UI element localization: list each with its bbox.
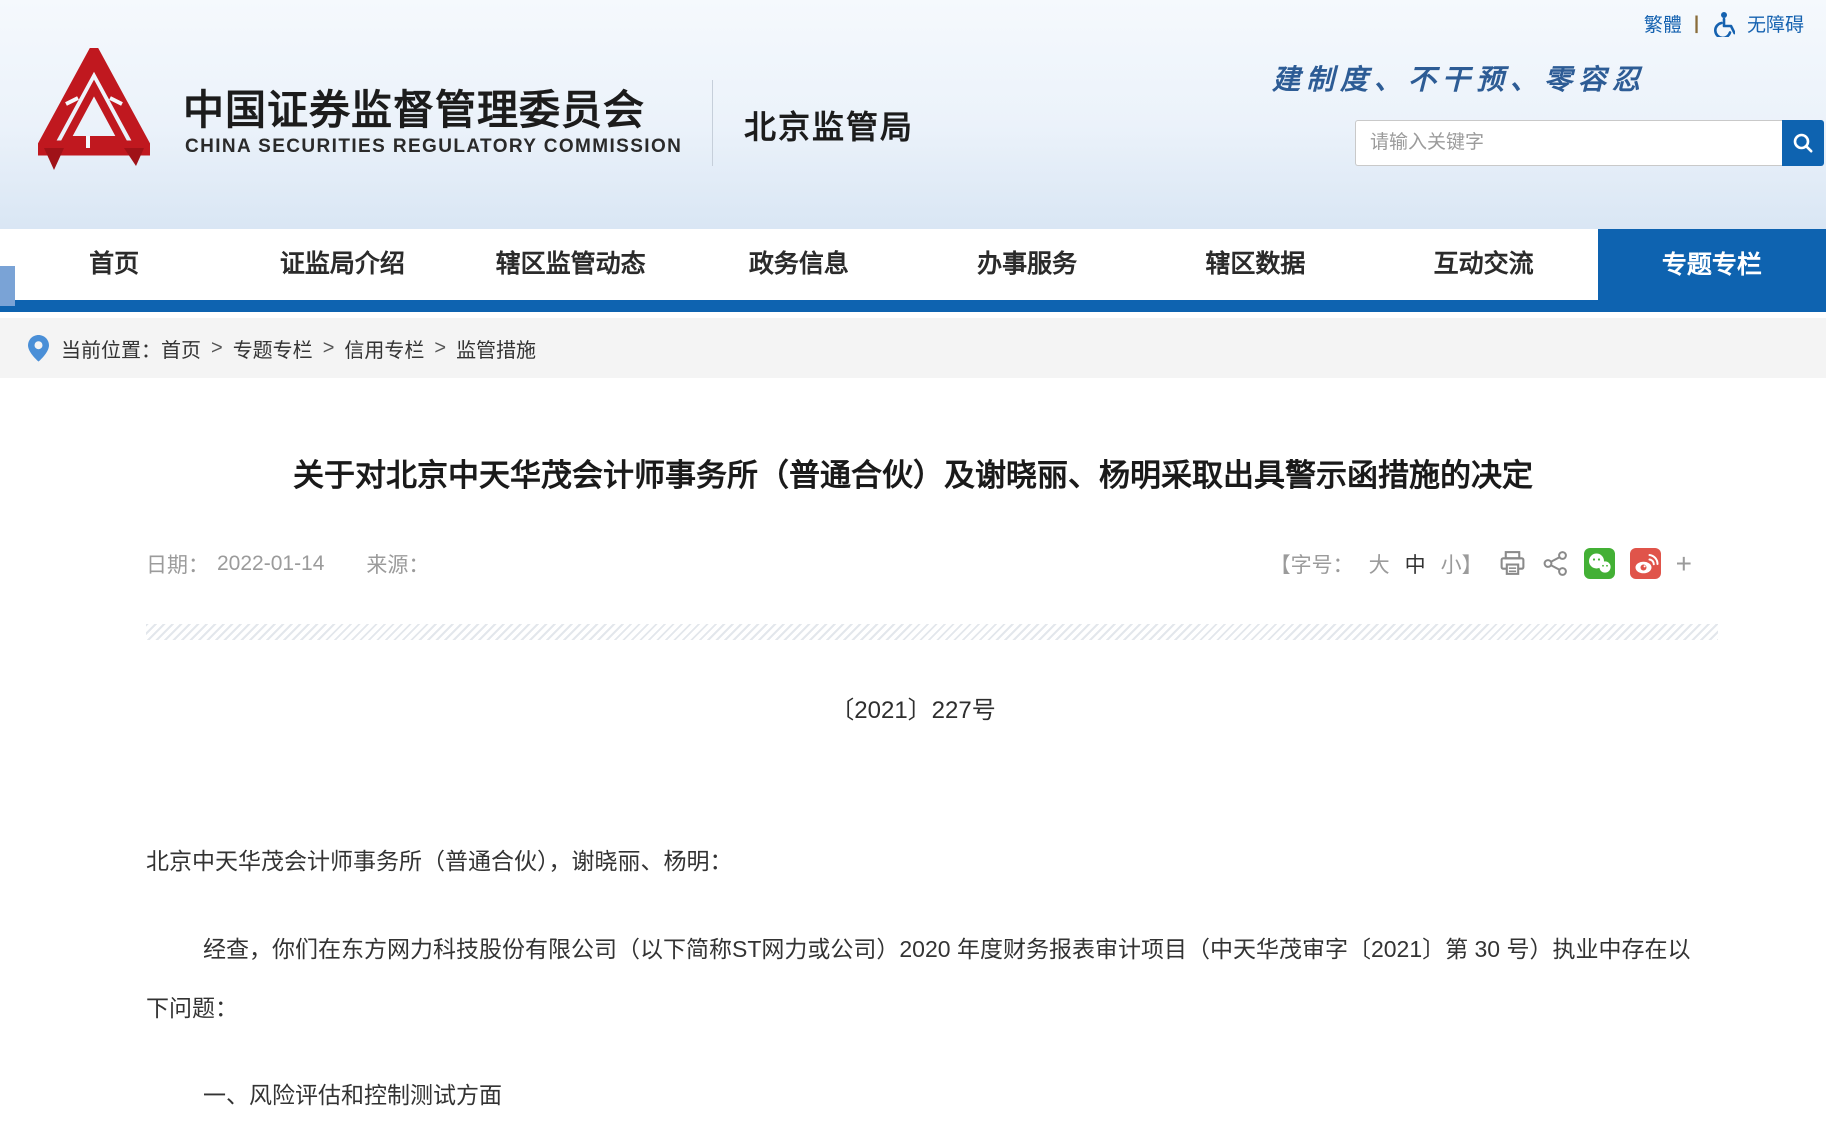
breadcrumb-separator: > (434, 337, 446, 360)
breadcrumb-label: 当前位置： (61, 334, 161, 363)
search-icon (1791, 131, 1815, 155)
font-size-large-button[interactable]: 大 (1369, 549, 1390, 579)
print-button[interactable] (1498, 549, 1527, 578)
nav-item-regional-supervision[interactable]: 辖区监管动态 (457, 229, 685, 300)
nav-bottom-strip (0, 300, 1826, 312)
printer-icon (1498, 549, 1527, 578)
search-input[interactable] (1355, 120, 1782, 166)
breadcrumb-separator: > (323, 337, 335, 360)
article-paragraph-findings: 经查，你们在东方网力科技股份有限公司（以下简称ST网力或公司）2020 年度财务… (146, 920, 1694, 1038)
share-nodes-icon (1542, 550, 1569, 577)
breadcrumb: 当前位置： 首页 > 专题专栏 > 信用专栏 > 监管措施 (0, 318, 1826, 378)
nav-item-home[interactable]: 首页 (0, 229, 228, 300)
article-title: 关于对北京中天华茂会计师事务所（普通合伙）及谢晓丽、杨明采取出具警示函措施的决定 (100, 450, 1726, 495)
article-meta-row: 日期： 2022-01-14 来源： 【字号： 大 中 小】 (146, 548, 1692, 579)
font-size-medium-button[interactable]: 中 (1405, 549, 1426, 579)
article-date: 2022-01-14 (217, 552, 324, 576)
article-toolbar: 【字号： 大 中 小】 (1270, 548, 1692, 579)
nav-item-special-columns-active[interactable]: 专题专栏 (1598, 229, 1826, 312)
article-paragraph-salutation: 北京中天华茂会计师事务所（普通合伙），谢晓丽、杨明： (146, 832, 733, 891)
location-pin-icon (28, 335, 49, 362)
nav-items: 首页 证监局介绍 辖区监管动态 政务信息 办事服务 辖区数据 互动交流 专题专栏 (0, 229, 1826, 300)
nav-item-regional-data[interactable]: 辖区数据 (1141, 229, 1369, 300)
share-button[interactable] (1542, 550, 1569, 577)
traditional-chinese-link[interactable]: 繁體 (1644, 10, 1682, 37)
csrc-logo-icon[interactable] (38, 48, 150, 184)
breadcrumb-separator: > (211, 337, 223, 360)
nav-item-interaction[interactable]: 互动交流 (1370, 229, 1598, 300)
date-label: 日期： (146, 549, 209, 579)
breadcrumb-home[interactable]: 首页 (161, 334, 201, 363)
top-utility-links: 繁體 | 无障碍 (1644, 10, 1804, 37)
weibo-icon (1632, 550, 1659, 577)
org-name-en: CHINA SECURITIES REGULATORY COMMISSION (185, 136, 682, 158)
nav-item-gov-info[interactable]: 政务信息 (685, 229, 913, 300)
main-nav: 首页 证监局介绍 辖区监管动态 政务信息 办事服务 辖区数据 互动交流 专题专栏 (0, 229, 1826, 312)
bureau-name: 北京监管局 (744, 102, 914, 148)
breadcrumb-credit-column[interactable]: 信用专栏 (344, 334, 424, 363)
weibo-share-button[interactable] (1630, 548, 1661, 579)
wechat-icon (1586, 550, 1613, 577)
hatched-divider (146, 624, 1718, 640)
wechat-share-button[interactable] (1584, 548, 1615, 579)
nav-item-bureau-intro[interactable]: 证监局介绍 (228, 229, 456, 300)
site-header: 繁體 | 无障碍 中国证券监督管理委员会 CHINA SECURITIES RE… (0, 0, 1826, 229)
policy-slogan: 建制度、不干预、零容忍 (1272, 58, 1646, 98)
accessibility-link[interactable]: 无障碍 (1747, 10, 1804, 37)
source-label: 来源： (366, 549, 429, 579)
wheelchair-icon (1711, 11, 1735, 37)
search-button[interactable] (1782, 120, 1824, 166)
more-share-button[interactable]: + (1676, 550, 1692, 578)
document-number: 〔2021〕227号 (0, 690, 1826, 725)
nav-item-services[interactable]: 办事服务 (913, 229, 1141, 300)
font-size-small-button[interactable]: 小】 (1441, 549, 1483, 579)
org-name-cn: 中国证券监督管理委员会 (183, 76, 645, 136)
top-links-divider: | (1694, 13, 1699, 34)
breadcrumb-supervision-measures[interactable]: 监管措施 (456, 334, 536, 363)
article-meta-left: 日期： 2022-01-14 来源： (146, 549, 429, 579)
header-vertical-divider (712, 80, 713, 166)
font-size-label: 【字号： (1270, 549, 1354, 579)
article-paragraph-section-1: 一、风险评估和控制测试方面 (146, 1066, 502, 1125)
left-edge-decoration (0, 266, 15, 306)
breadcrumb-special-columns[interactable]: 专题专栏 (233, 334, 313, 363)
